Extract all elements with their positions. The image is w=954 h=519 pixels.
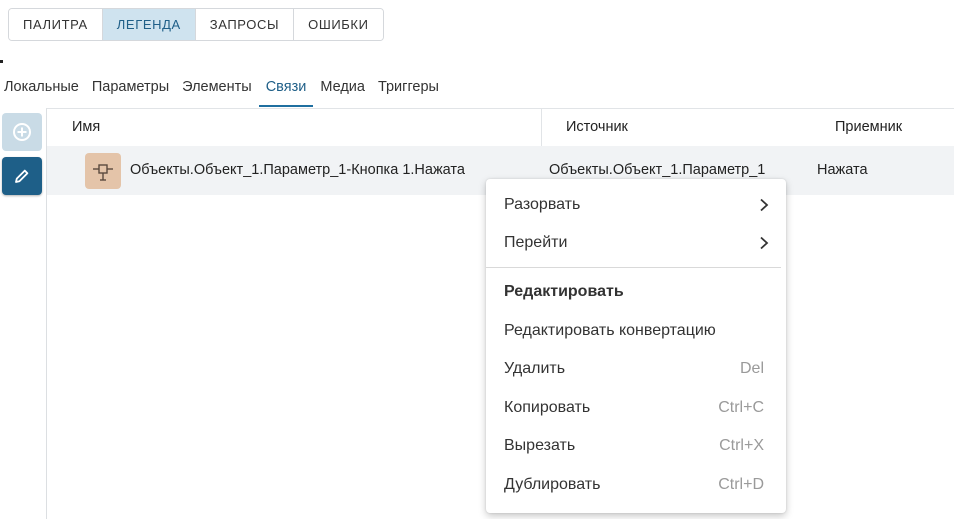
marker-dot	[0, 60, 3, 63]
connection-icon	[85, 153, 121, 189]
menu-item-delete[interactable]: Удалить Del	[486, 350, 786, 388]
column-divider[interactable]	[541, 109, 542, 146]
pencil-icon	[15, 169, 29, 183]
menu-divider	[486, 267, 781, 268]
tab-palette[interactable]: ПАЛИТРА	[9, 9, 103, 40]
chevron-right-icon	[760, 198, 769, 212]
edit-button[interactable]	[2, 157, 42, 195]
tab-queries[interactable]: ЗАПРОСЫ	[195, 9, 295, 40]
menu-item-shortcut: Ctrl+C	[718, 399, 764, 416]
sub-tab-bar: Локальные Параметры Элементы Связи Медиа…	[0, 76, 452, 108]
add-circle-icon	[13, 123, 31, 141]
menu-item-label: Редактировать конвертацию	[504, 322, 716, 339]
chevron-right-icon	[760, 236, 769, 250]
menu-item-cut[interactable]: Вырезать Ctrl+X	[486, 427, 786, 465]
subtab-locals[interactable]: Локальные	[0, 76, 85, 105]
menu-item-edit[interactable]: Редактировать	[486, 273, 786, 311]
top-tab-bar: ПАЛИТРА ЛЕГЕНДА ЗАПРОСЫ ОШИБКИ	[8, 8, 384, 41]
subtab-parameters[interactable]: Параметры	[92, 76, 175, 105]
subtab-links[interactable]: Связи	[258, 76, 314, 107]
table-header: Имя Источник Приемник	[47, 109, 954, 147]
menu-item-shortcut: Ctrl+X	[719, 437, 764, 454]
menu-item-label: Перейти	[504, 234, 568, 251]
tab-errors[interactable]: ОШИБКИ	[294, 9, 383, 40]
menu-item-shortcut: Ctrl+D	[718, 476, 764, 493]
add-button[interactable]	[2, 113, 42, 151]
tab-legend[interactable]: ЛЕГЕНДА	[102, 9, 196, 40]
menu-item-go-to[interactable]: Перейти	[486, 224, 786, 262]
menu-item-copy[interactable]: Копировать Ctrl+C	[486, 389, 786, 427]
menu-item-label: Дублировать	[504, 476, 601, 493]
menu-item-label: Вырезать	[504, 437, 576, 454]
menu-item-duplicate[interactable]: Дублировать Ctrl+D	[486, 466, 786, 504]
row-name: Объекты.Объект_1.Параметр_1-Кнопка 1.Наж…	[130, 162, 465, 178]
menu-item-shortcut: Del	[739, 360, 764, 377]
column-header-source[interactable]: Источник	[566, 109, 628, 146]
menu-item-edit-conversion[interactable]: Редактировать конвертацию	[486, 312, 786, 350]
menu-item-label: Удалить	[504, 360, 566, 377]
row-receiver: Нажата	[817, 162, 868, 178]
menu-item-label: Разорвать	[504, 196, 581, 213]
subtab-triggers[interactable]: Триггеры	[378, 76, 445, 105]
context-menu: Разорвать Перейти Редактировать Редактир…	[486, 179, 786, 513]
column-header-receiver[interactable]: Приемник	[835, 109, 902, 146]
menu-item-label: Копировать	[504, 399, 591, 416]
subtab-media[interactable]: Медиа	[320, 76, 371, 105]
menu-item-break[interactable]: Разорвать	[486, 186, 786, 224]
menu-item-label: Редактировать	[504, 283, 624, 300]
subtab-elements[interactable]: Элементы	[182, 76, 258, 105]
column-header-name[interactable]: Имя	[72, 109, 100, 146]
